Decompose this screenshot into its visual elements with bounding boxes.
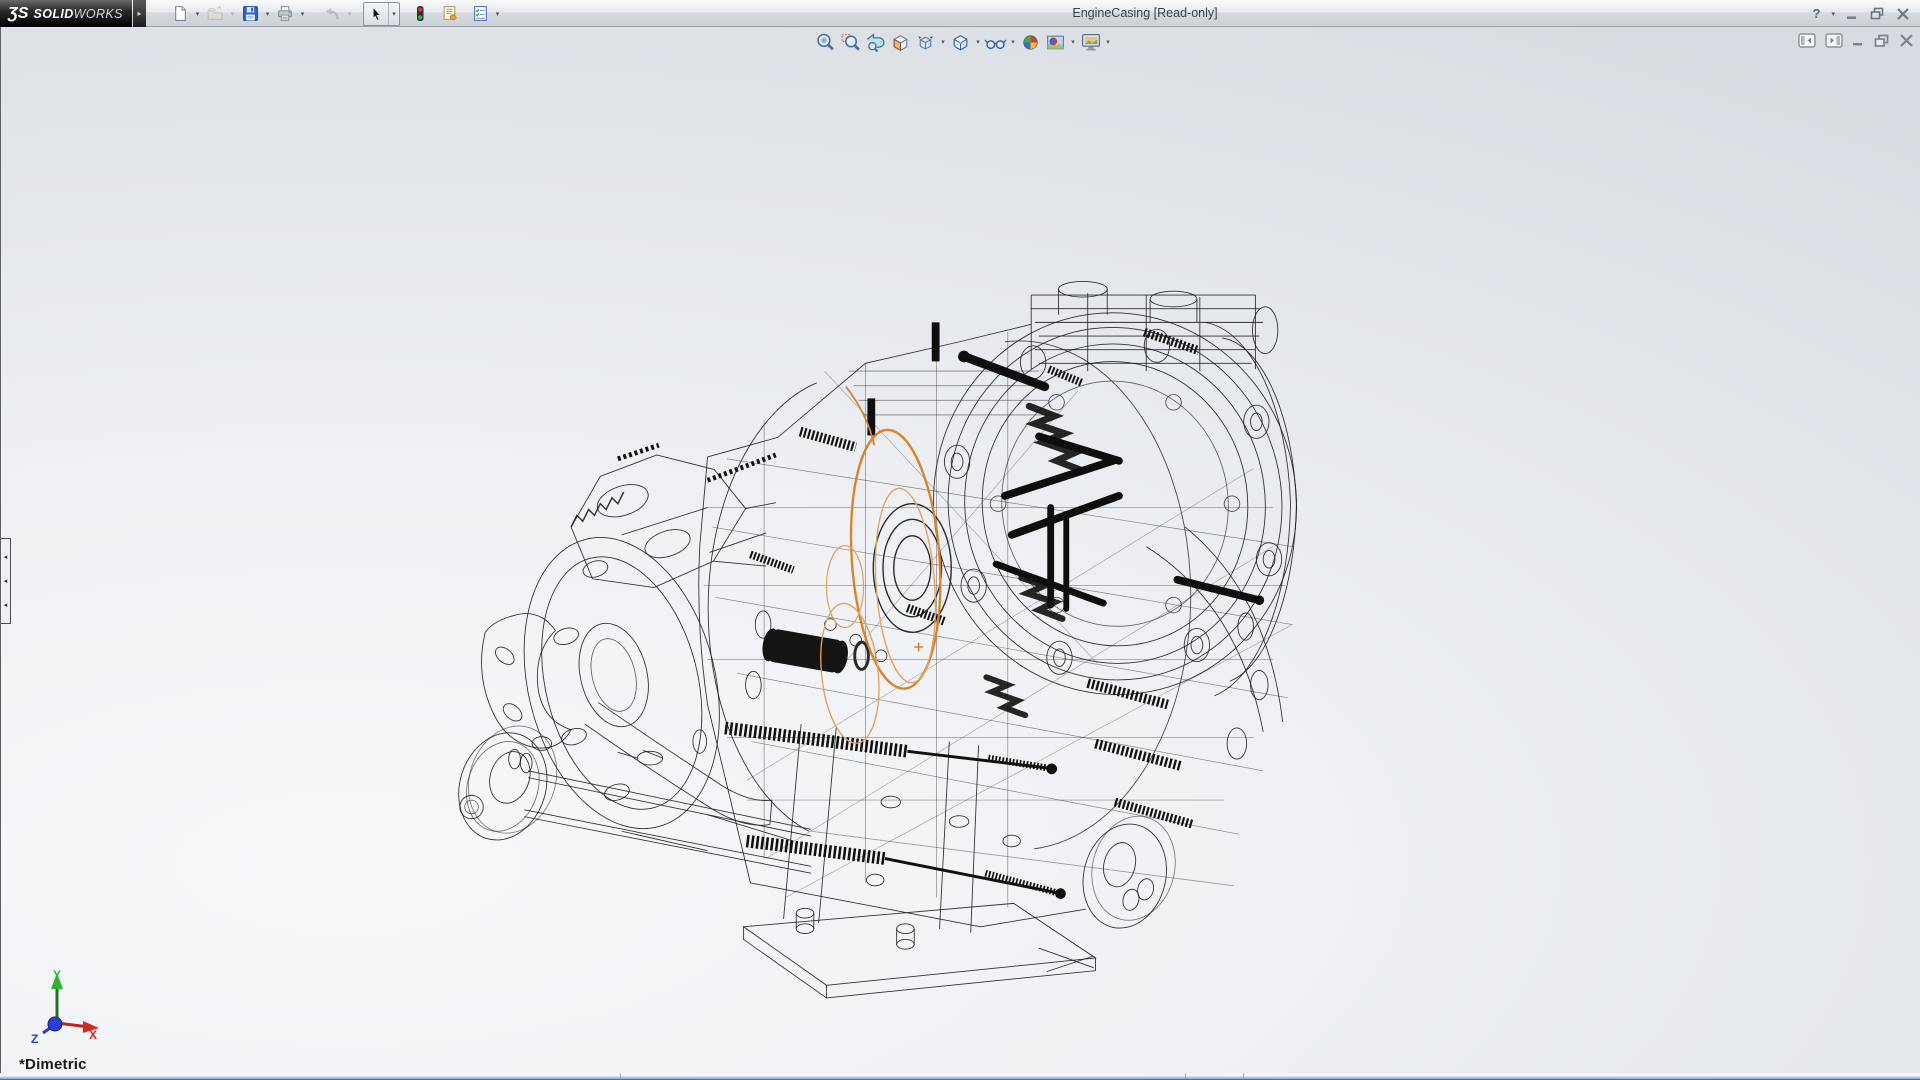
display-style-dropdown[interactable]: ▾ xyxy=(973,30,983,54)
brand-name-bold: SOLID xyxy=(33,7,73,21)
previous-view-button[interactable] xyxy=(863,30,888,54)
triad-y-label: Y xyxy=(53,968,61,982)
selection-highlight[interactable] xyxy=(814,387,948,746)
section-view-icon xyxy=(890,32,911,53)
undo-button[interactable] xyxy=(320,2,344,26)
zoom-to-fit-button[interactable] xyxy=(813,30,838,54)
open-dropdown[interactable]: ▾ xyxy=(227,2,238,26)
pane-arrow-icon: ◂ xyxy=(4,554,8,561)
help-dropdown[interactable]: ▾ xyxy=(1831,2,1835,26)
options-checklist-icon xyxy=(472,5,489,22)
minimize-window-button[interactable] xyxy=(1846,8,1859,20)
options-dropdown[interactable]: ▾ xyxy=(492,2,503,26)
solidworks-window: ƷS SOLID WORKS ▸ EngineCasing [Read-only… xyxy=(0,0,1920,1080)
pane-arrow-icon: ◂ xyxy=(4,578,8,585)
options-button[interactable] xyxy=(468,2,492,26)
brand-name-light: WORKS xyxy=(74,7,123,21)
menu-flyout-arrow[interactable]: ▸ xyxy=(133,0,146,27)
view-orientation-icon xyxy=(915,32,936,53)
save-dropdown[interactable]: ▾ xyxy=(262,2,273,26)
edit-appearance-button[interactable] xyxy=(1018,30,1043,54)
black-cylinder-part[interactable] xyxy=(760,627,850,675)
view-settings-monitor-icon xyxy=(1080,32,1102,53)
apply-scene-dropdown[interactable]: ▾ xyxy=(1068,30,1078,54)
file-properties-icon xyxy=(441,5,459,22)
print-icon xyxy=(276,5,294,22)
rebuild-button[interactable] xyxy=(408,2,432,26)
flyout-arrow-icon: ▸ xyxy=(137,9,141,18)
file-properties-button[interactable] xyxy=(438,2,462,26)
display-style-icon xyxy=(950,32,971,53)
graphics-viewport[interactable]: ▾ ▾ ▾ xyxy=(0,27,1920,1073)
select-tool-button[interactable] xyxy=(364,2,388,26)
open-folder-icon xyxy=(206,5,224,22)
engine-casing-wireframe-model[interactable] xyxy=(1,27,1920,1073)
reference-triad: Y X Z xyxy=(17,967,101,1051)
apply-scene-icon xyxy=(1045,32,1066,53)
help-button[interactable]: ? xyxy=(1813,6,1821,21)
display-style-button[interactable] xyxy=(948,30,973,54)
apply-scene-button[interactable] xyxy=(1043,30,1068,54)
select-cursor-icon xyxy=(369,6,384,22)
solidworks-logo: ƷS SOLID WORKS xyxy=(0,0,132,27)
triad-z-label: Z xyxy=(31,1032,38,1046)
new-document-dropdown[interactable]: ▾ xyxy=(192,2,203,26)
open-button[interactable] xyxy=(203,2,227,26)
save-icon xyxy=(242,5,259,22)
document-window-controls xyxy=(1798,33,1914,48)
brand-mark: ƷS xyxy=(8,5,28,23)
standard-toolbar: ▾ ▾ ▾ xyxy=(168,0,503,27)
feature-pane-toggle-left-icon[interactable] xyxy=(1798,33,1816,48)
undo-dropdown[interactable]: ▾ xyxy=(344,2,355,26)
view-settings-button[interactable] xyxy=(1078,30,1103,54)
restore-window-button[interactable] xyxy=(1870,7,1885,20)
print-dropdown[interactable]: ▾ xyxy=(297,2,308,26)
hide-show-items-glasses-icon xyxy=(984,32,1007,53)
triad-x-label: X xyxy=(89,1028,97,1042)
print-button[interactable] xyxy=(273,2,297,26)
select-tool-group: ▾ xyxy=(363,2,400,26)
edit-appearance-sphere-icon xyxy=(1020,32,1041,53)
select-tool-dropdown[interactable]: ▾ xyxy=(388,3,399,25)
restore-document-button[interactable] xyxy=(1874,34,1890,48)
view-settings-dropdown[interactable]: ▾ xyxy=(1103,30,1113,54)
heads-up-view-toolbar: ▾ ▾ ▾ xyxy=(813,30,1113,54)
title-bar: ƷS SOLID WORKS ▸ EngineCasing [Read-only… xyxy=(0,0,1920,27)
feature-pane-collapsed-tab[interactable]: ◂ ◂ ◂ xyxy=(1,538,11,624)
rebuild-traffic-light-icon xyxy=(413,5,427,22)
previous-view-icon xyxy=(865,32,886,53)
springs-and-rods[interactable] xyxy=(618,332,1199,898)
zoom-to-area-button[interactable] xyxy=(838,30,863,54)
titlebar-controls: ? ▾ xyxy=(1813,0,1910,27)
section-view-button[interactable] xyxy=(888,30,913,54)
window-title: EngineCasing [Read-only] xyxy=(370,0,1920,27)
bottom-edge-strip xyxy=(0,1073,1920,1080)
new-document-icon xyxy=(172,5,189,22)
zoom-to-area-icon xyxy=(840,32,861,53)
dark-fasteners[interactable] xyxy=(867,322,1264,715)
save-button[interactable] xyxy=(238,2,262,26)
close-window-button[interactable] xyxy=(1896,8,1910,20)
new-document-button[interactable] xyxy=(168,2,192,26)
zoom-to-fit-icon xyxy=(815,32,836,53)
minimize-document-button[interactable] xyxy=(1852,34,1865,47)
hide-show-items-dropdown[interactable]: ▾ xyxy=(1008,30,1018,54)
close-document-button[interactable] xyxy=(1899,34,1914,47)
view-orientation-button[interactable] xyxy=(913,30,938,54)
pane-arrow-icon: ◂ xyxy=(4,602,8,609)
undo-icon xyxy=(323,5,341,22)
view-orientation-dropdown[interactable]: ▾ xyxy=(938,30,948,54)
hide-show-items-button[interactable] xyxy=(983,30,1008,54)
view-orientation-label: *Dimetric xyxy=(19,1056,87,1073)
feature-pane-toggle-right-icon[interactable] xyxy=(1825,33,1843,48)
